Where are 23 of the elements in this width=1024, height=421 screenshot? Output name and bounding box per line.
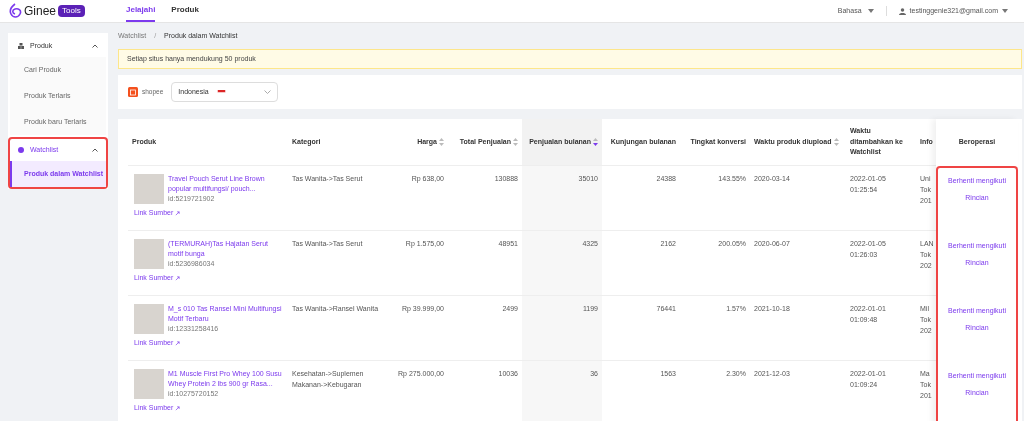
link-icon: [175, 276, 181, 282]
link-icon: [175, 211, 181, 217]
caret-icon: [92, 148, 98, 152]
photo-placeholder: [134, 369, 164, 399]
nav-tab[interactable]: Jelajahi: [126, 0, 156, 22]
boxes-icon: [18, 43, 24, 49]
chevron-down-icon: [264, 90, 272, 94]
link-icon: [175, 406, 181, 412]
link-icon: [175, 341, 181, 347]
logo-text: Ginee: [24, 3, 57, 20]
flag-icon: [216, 89, 226, 95]
caret-icon: [867, 9, 874, 13]
logo-icon: [8, 3, 22, 19]
shopping-bag-icon: [128, 87, 138, 97]
sort-icon[interactable]: [593, 138, 598, 146]
photo-placeholder: [134, 239, 164, 269]
photo-placeholder: [134, 304, 164, 334]
caret-icon: [1002, 9, 1008, 13]
nav-tab[interactable]: Produk: [171, 0, 199, 22]
caret-icon: [92, 44, 98, 48]
user-icon: [898, 7, 906, 15]
photo-placeholder: [134, 174, 164, 204]
logo-badge: Tools: [58, 5, 85, 17]
